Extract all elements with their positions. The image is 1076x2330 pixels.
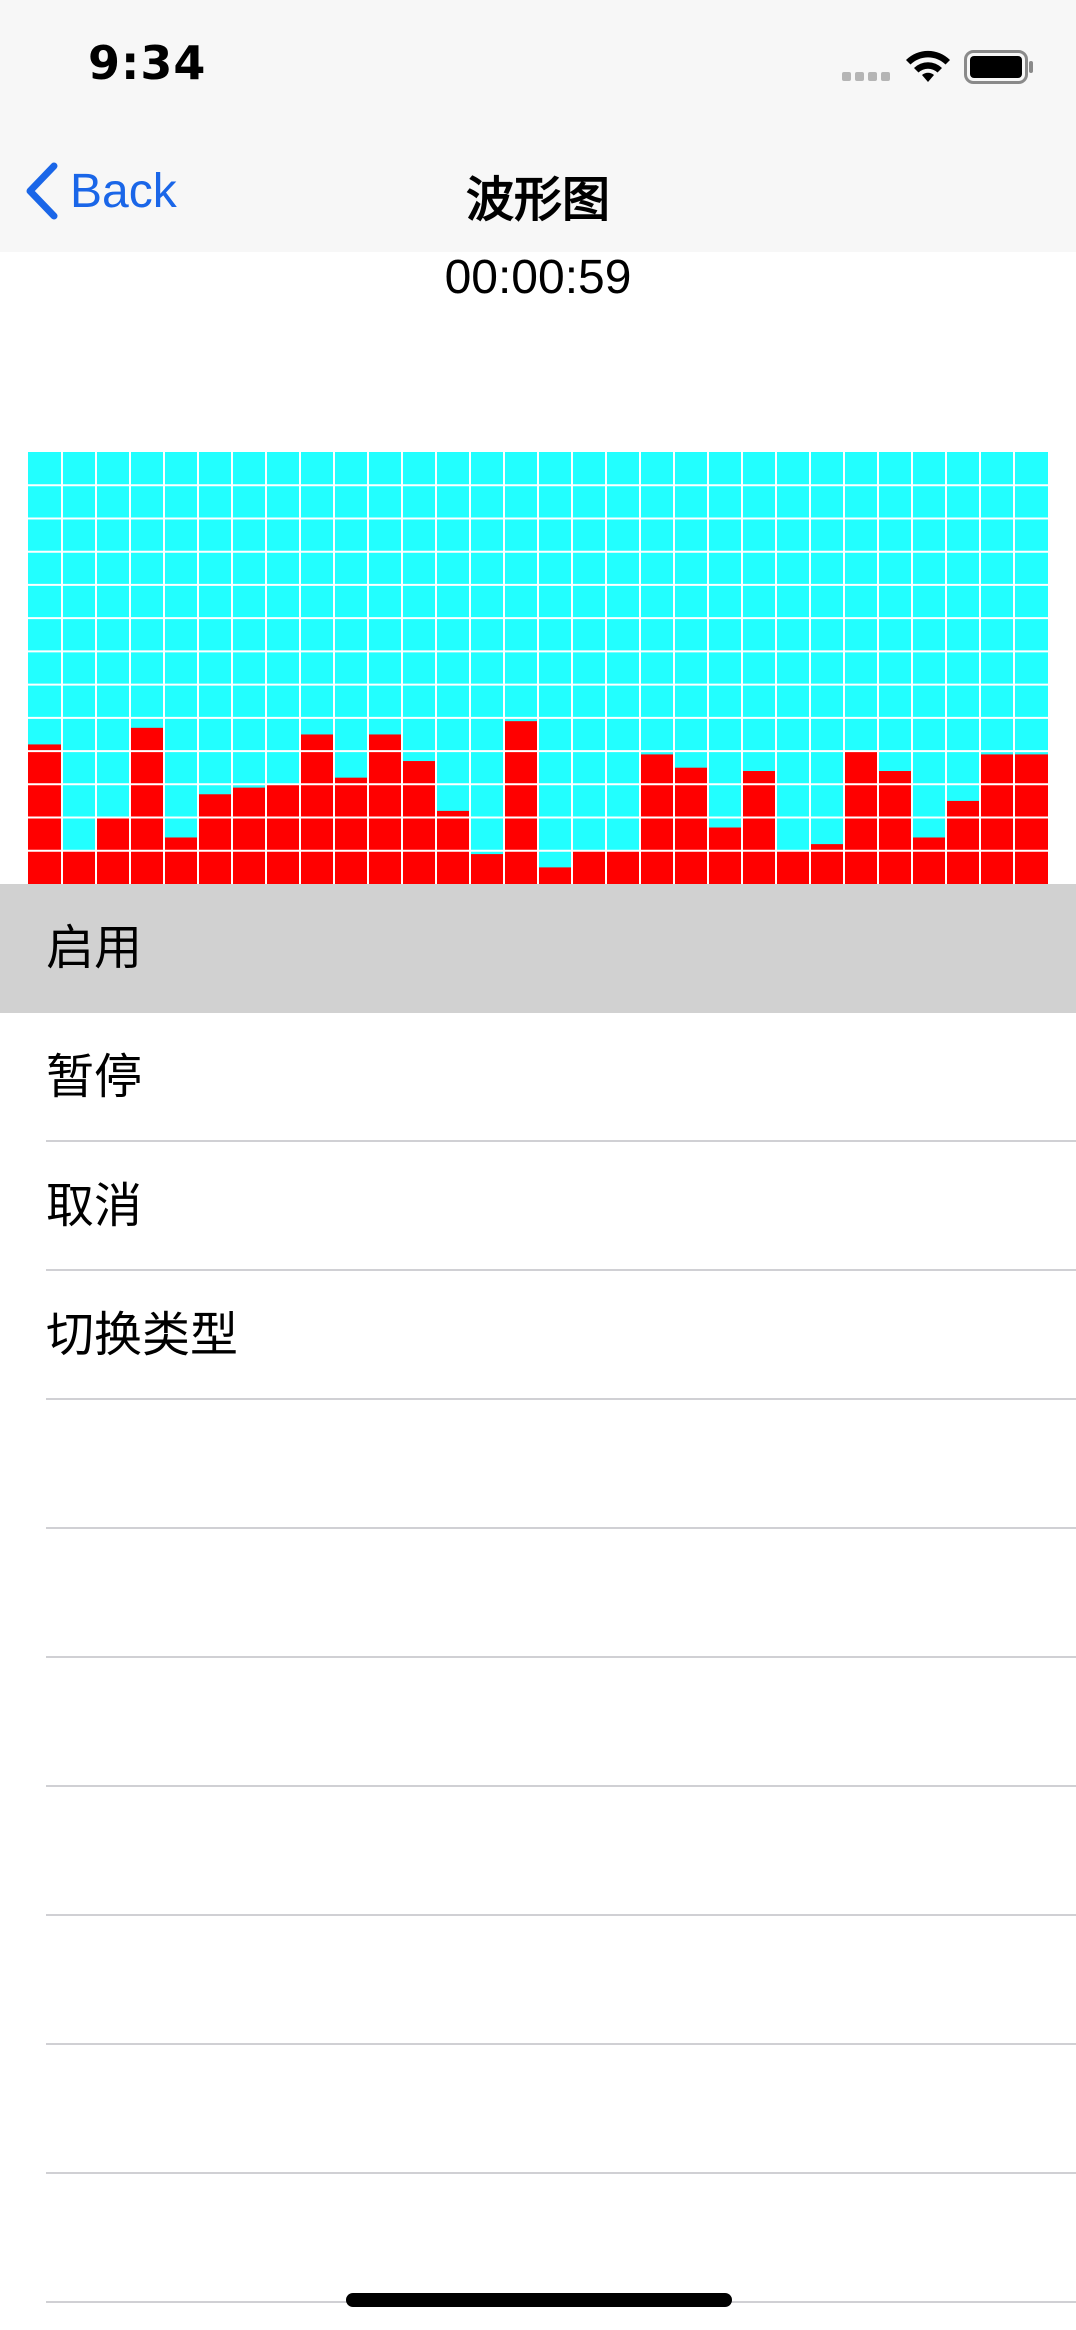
- waveform-bar: [776, 850, 810, 884]
- waveform-bar: [62, 850, 96, 884]
- waveform-bar: [28, 744, 62, 884]
- waveform-bar: [606, 850, 640, 884]
- wifi-icon: [906, 50, 950, 82]
- list-item[interactable]: 切换类型: [0, 1271, 1076, 1400]
- list-item-label: 取消: [46, 1178, 143, 1234]
- list-item[interactable]: 启用: [0, 884, 1076, 1013]
- list-item-label: 启用: [46, 920, 143, 976]
- list-item[interactable]: [0, 1787, 1076, 1916]
- cellular-signal-icon: [842, 72, 892, 82]
- waveform-chart: [28, 452, 1048, 884]
- waveform-bar: [164, 837, 198, 884]
- home-indicator[interactable]: [346, 2293, 732, 2307]
- list-item[interactable]: [0, 2045, 1076, 2174]
- waveform-bar: [470, 854, 504, 884]
- list-item[interactable]: [0, 2174, 1076, 2303]
- waveform-bar: [946, 800, 980, 884]
- waveform-bar: [436, 810, 470, 884]
- status-time: 9:34: [88, 36, 207, 90]
- waveform-bar: [708, 827, 742, 884]
- list-item-label: 切换类型: [46, 1307, 239, 1363]
- waveform-bar: [334, 777, 368, 884]
- waveform-bar: [198, 794, 232, 884]
- navigation-header: 9:34 Back 波形图: [0, 0, 1076, 252]
- waveform-bar: [912, 837, 946, 884]
- waveform-bar: [538, 867, 572, 884]
- waveform-bar: [266, 784, 300, 884]
- list-item[interactable]: [0, 1916, 1076, 2045]
- waveform-bar: [232, 787, 266, 884]
- list-item[interactable]: 暂停: [0, 1013, 1076, 1142]
- action-list: 启用暂停取消切换类型: [0, 884, 1076, 2303]
- waveform-bar: [402, 761, 436, 884]
- waveform-bar: [572, 850, 606, 884]
- waveform-bar: [640, 754, 674, 884]
- recording-timer: 00:00:59: [444, 251, 632, 304]
- waveform-bar: [878, 771, 912, 884]
- list-item-label: 暂停: [46, 1049, 143, 1105]
- waveform-bar: [368, 734, 402, 884]
- waveform-bar: [300, 734, 334, 884]
- waveform-bar: [980, 754, 1014, 884]
- waveform-bar: [1014, 754, 1048, 884]
- list-item[interactable]: [0, 1400, 1076, 1529]
- page-title: 波形图: [465, 172, 610, 228]
- waveform-bar: [742, 771, 776, 884]
- battery-icon: [964, 50, 1033, 84]
- list-item[interactable]: 取消: [0, 1142, 1076, 1271]
- list-item[interactable]: [0, 1658, 1076, 1787]
- list-item[interactable]: [0, 1529, 1076, 1658]
- waveform-bar: [504, 721, 538, 884]
